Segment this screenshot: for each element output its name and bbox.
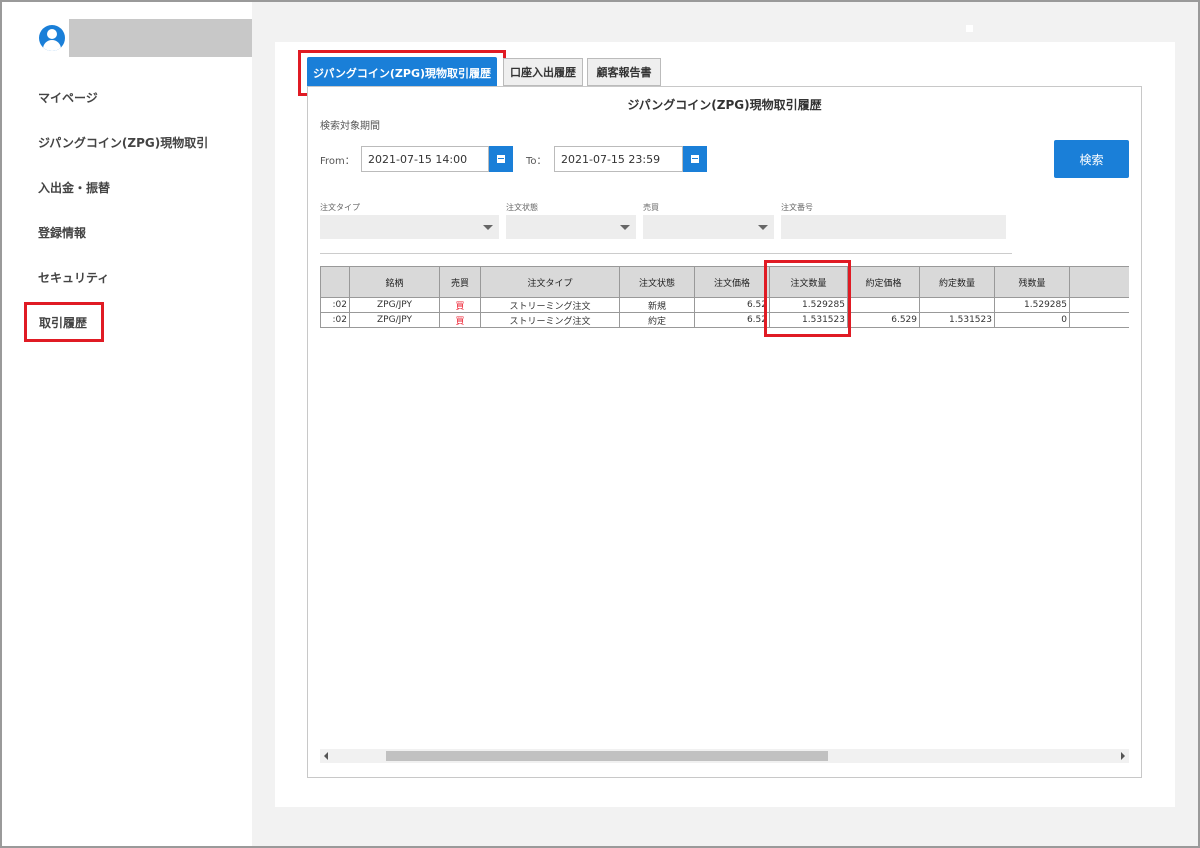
order-quantity-highlight bbox=[764, 260, 851, 337]
table-cell: 約定 bbox=[619, 312, 695, 328]
tab-customer-report[interactable]: 顧客報告書 bbox=[587, 58, 661, 86]
order-type-label: 注文タイプ bbox=[320, 203, 360, 212]
table-cell: 6.52 bbox=[694, 312, 770, 328]
table-cell: 買 bbox=[439, 312, 481, 328]
scroll-thumb[interactable] bbox=[386, 751, 828, 761]
table-cell: 0 bbox=[994, 312, 1070, 328]
history-panel bbox=[307, 86, 1142, 778]
table-cell: :02 bbox=[320, 312, 350, 328]
table-cell: 6.52 bbox=[694, 297, 770, 313]
to-label: To： bbox=[526, 156, 547, 167]
panel-title: ジパングコイン(ZPG)現物取引履歴 bbox=[627, 98, 822, 112]
user-name-redacted bbox=[69, 19, 252, 57]
scroll-right-icon[interactable] bbox=[1121, 752, 1125, 760]
sidebar bbox=[2, 2, 252, 846]
scroll-left-icon[interactable] bbox=[324, 752, 328, 760]
order-status-label: 注文状態 bbox=[506, 203, 538, 212]
table-cell: 新規 bbox=[619, 297, 695, 313]
sidebar-item-mypage[interactable]: マイページ bbox=[38, 89, 98, 106]
column-header[interactable]: 約定価格 bbox=[847, 266, 920, 298]
sidebar-item-trade-history[interactable]: 取引履歴 bbox=[24, 302, 104, 342]
column-header[interactable]: 残数量 bbox=[994, 266, 1070, 298]
column-header[interactable]: 注文状態 bbox=[619, 266, 695, 298]
order-number-input[interactable] bbox=[781, 215, 1006, 239]
order-type-select[interactable] bbox=[320, 215, 499, 239]
tab-account-history[interactable]: 口座入出履歴 bbox=[503, 58, 583, 86]
column-header[interactable]: 銘柄 bbox=[349, 266, 440, 298]
tab-zpg-history[interactable]: ジパングコイン(ZPG)現物取引履歴 bbox=[307, 57, 497, 88]
table-cell: ストリーミング注文 bbox=[480, 312, 620, 328]
table-cell: 1.531523 bbox=[919, 312, 995, 328]
orders-table: 銘柄 売買 注文タイプ 注文状態 注文価格 注文数量 約定価格 約定数量 残数量 :02 ZPG/… bbox=[320, 266, 1129, 330]
table-cell: ZPG/JPY bbox=[349, 297, 440, 313]
table-cell bbox=[847, 297, 920, 313]
table-cell bbox=[919, 297, 995, 313]
divider bbox=[320, 253, 1012, 254]
column-header[interactable]: 売買 bbox=[439, 266, 481, 298]
user-icon[interactable] bbox=[39, 25, 65, 51]
table-cell: 1.529285 bbox=[994, 297, 1070, 313]
decorative-dot bbox=[966, 25, 973, 32]
side-select[interactable] bbox=[643, 215, 774, 239]
sidebar-item-registration[interactable]: 登録情報 bbox=[38, 224, 86, 241]
sidebar-item-deposit-withdraw[interactable]: 入出金・振替 bbox=[38, 179, 110, 196]
table-cell: 買 bbox=[439, 297, 481, 313]
column-header[interactable] bbox=[320, 266, 350, 298]
table-row: :02 ZPG/JPY 買ストリーミング注文 約定 6.52 1.531523 6.529 1… bbox=[320, 312, 1129, 328]
column-header[interactable]: 約定数量 bbox=[919, 266, 995, 298]
table-row: :02 ZPG/JPY 買ストリーミング注文 新規 6.52 1.529285 1.5292… bbox=[320, 297, 1129, 313]
search-button[interactable]: 検索 bbox=[1054, 140, 1129, 178]
from-date-input[interactable]: 2021-07-15 14:00 bbox=[361, 146, 489, 172]
table-cell: ストリーミング注文 bbox=[480, 297, 620, 313]
calendar-icon[interactable] bbox=[683, 146, 707, 172]
horizontal-scrollbar[interactable] bbox=[320, 749, 1129, 763]
chevron-down-icon bbox=[758, 225, 768, 230]
sidebar-item-zpg-trade[interactable]: ジパングコイン(ZPG)現物取引 bbox=[38, 134, 208, 151]
to-date-input[interactable]: 2021-07-15 23:59 bbox=[554, 146, 683, 172]
chevron-down-icon bbox=[620, 225, 630, 230]
table-cell: 6.529 bbox=[847, 312, 920, 328]
calendar-icon[interactable] bbox=[489, 146, 513, 172]
from-label: From： bbox=[320, 156, 355, 167]
table-cell bbox=[1069, 297, 1129, 313]
chevron-down-icon bbox=[483, 225, 493, 230]
table-header: 銘柄 売買 注文タイプ 注文状態 注文価格 注文数量 約定価格 約定数量 残数量 bbox=[320, 266, 1129, 298]
table-cell: ZPG/JPY bbox=[349, 312, 440, 328]
period-label: 検索対象期間 bbox=[320, 121, 380, 132]
side-label: 売買 bbox=[643, 203, 659, 212]
order-number-label: 注文番号 bbox=[781, 203, 813, 212]
column-header[interactable]: 注文タイプ bbox=[480, 266, 620, 298]
column-header[interactable] bbox=[1069, 266, 1129, 298]
column-header[interactable]: 注文価格 bbox=[694, 266, 770, 298]
order-status-select[interactable] bbox=[506, 215, 636, 239]
table-cell: :02 bbox=[320, 297, 350, 313]
sidebar-item-security[interactable]: セキュリティ bbox=[38, 269, 109, 286]
table-cell bbox=[1069, 312, 1129, 328]
